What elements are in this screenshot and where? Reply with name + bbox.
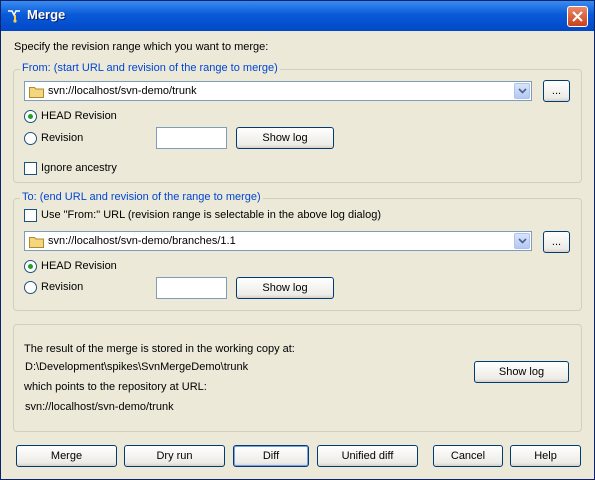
to-revision-input[interactable] <box>156 277 227 299</box>
result-stored-text: The result of the merge is stored in the… <box>24 343 295 355</box>
close-icon <box>572 11 583 22</box>
to-revision-label: Revision <box>41 281 84 293</box>
merge-button[interactable]: Merge <box>16 445 117 467</box>
title-bar[interactable]: Merge <box>1 1 594 31</box>
close-button[interactable] <box>567 6 588 27</box>
from-url-combo[interactable]: svn://localhost/svn-demo/trunk <box>24 81 532 101</box>
diff-button[interactable]: Diff <box>233 445 309 467</box>
help-button[interactable]: Help <box>510 445 581 467</box>
from-revision-radio[interactable] <box>24 132 37 145</box>
to-show-log-button[interactable]: Show log <box>236 277 334 299</box>
from-revision-label: Revision <box>41 132 84 144</box>
result-show-log-button[interactable]: Show log <box>474 361 569 383</box>
unified-diff-button[interactable]: Unified diff <box>317 445 418 467</box>
to-head-revision-label: HEAD Revision <box>41 260 117 272</box>
to-head-revision-radio[interactable] <box>24 260 37 273</box>
from-browse-button[interactable]: ... <box>543 80 570 102</box>
from-head-revision-radio[interactable] <box>24 110 37 123</box>
from-show-log-button[interactable]: Show log <box>236 127 334 149</box>
to-url-dropdown-button[interactable] <box>514 233 530 249</box>
folder-icon <box>29 86 44 101</box>
from-revision-input[interactable] <box>156 127 227 149</box>
working-copy-path: D:\Development\spikes\SvnMergeDemo\trunk <box>25 361 249 373</box>
folder-icon <box>29 236 44 251</box>
from-url-dropdown-button[interactable] <box>514 83 530 99</box>
to-url-value: svn://localhost/svn-demo/branches/1.1 <box>48 235 236 247</box>
instruction-text: Specify the revision range which you wan… <box>14 41 269 53</box>
ignore-ancestry-label: Ignore ancestry <box>41 162 117 174</box>
to-revision-radio[interactable] <box>24 281 37 294</box>
cancel-button[interactable]: Cancel <box>433 445 503 467</box>
merge-dialog: Merge Specify the revision range which y… <box>0 0 595 480</box>
use-from-url-label: Use "From:" URL (revision range is selec… <box>41 209 382 221</box>
result-points-text: which points to the repository at URL: <box>24 381 207 393</box>
window-title: Merge <box>27 7 66 22</box>
chevron-down-icon <box>518 238 527 244</box>
to-browse-button[interactable]: ... <box>543 231 570 253</box>
to-legend: To: (end URL and revision of the range t… <box>20 191 263 203</box>
merge-app-icon <box>7 9 23 23</box>
from-url-value: svn://localhost/svn-demo/trunk <box>48 85 197 97</box>
chevron-down-icon <box>518 88 527 94</box>
use-from-url-checkbox[interactable] <box>24 209 37 222</box>
dry-run-button[interactable]: Dry run <box>124 445 225 467</box>
repository-url: svn://localhost/svn-demo/trunk <box>25 401 174 413</box>
ignore-ancestry-checkbox[interactable] <box>24 162 37 175</box>
from-legend: From: (start URL and revision of the ran… <box>20 62 280 74</box>
from-head-revision-label: HEAD Revision <box>41 110 117 122</box>
to-url-combo[interactable]: svn://localhost/svn-demo/branches/1.1 <box>24 231 532 251</box>
